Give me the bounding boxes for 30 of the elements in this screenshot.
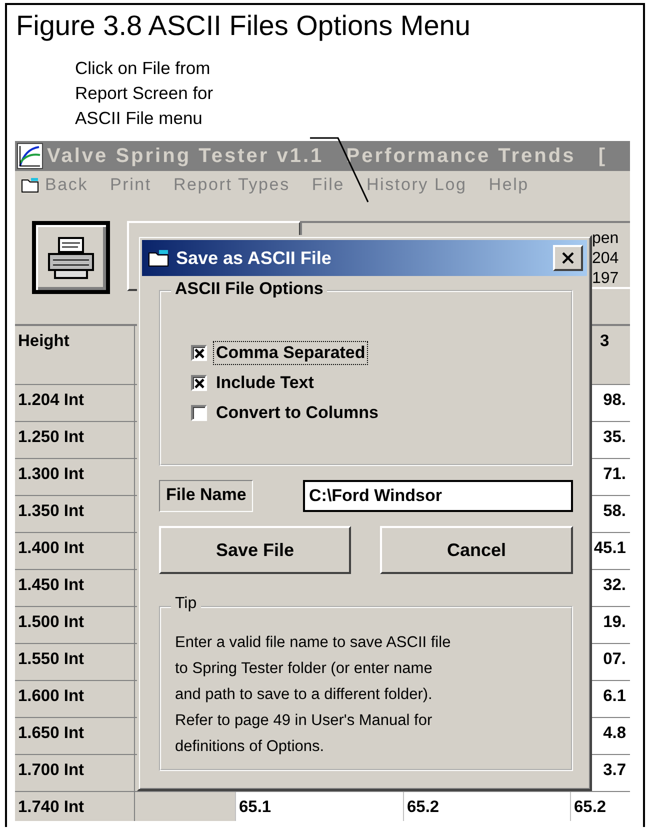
tip-text: Enter a valid file name to save ASCII file to Spring Tester folder (or enter name and path to save to a different folder). Refer to page 49 in User's Manual for definitions of Options. [175, 633, 452, 757]
group-title: Tip [171, 595, 201, 613]
dialog-button[interactable]: Save File [159, 526, 351, 574]
info-text: 197 [592, 269, 620, 289]
printer-icon [45, 236, 97, 280]
checkbox-label[interactable]: Convert to Columns [213, 401, 382, 425]
window-title: Valve Spring Tester v1.1 Performance Trends [ [47, 144, 608, 168]
folder-icon [148, 249, 170, 267]
info-text: pen [592, 229, 620, 249]
checkbox[interactable] [191, 345, 207, 361]
checkbox[interactable] [191, 375, 207, 391]
folder-icon [21, 177, 39, 193]
group-title: ASCII File Options [171, 279, 328, 299]
checkbox-label[interactable]: Include Text [213, 371, 317, 395]
table-cell: 65.2 [403, 792, 570, 821]
checkbox-label[interactable]: Comma Separated [213, 341, 368, 365]
dialog-button[interactable]: Cancel [380, 526, 573, 574]
table-cell: 65.2 [570, 792, 630, 821]
close-button[interactable] [553, 245, 583, 271]
checkbox[interactable] [191, 405, 207, 421]
file-name-field[interactable]: C:\Ford Windsor [303, 480, 573, 512]
chart-icon [17, 143, 43, 169]
info-text: 204 [592, 249, 620, 269]
table-cell: 65.1 [235, 792, 403, 821]
close-icon [561, 252, 575, 264]
dialog-title: Save as ASCII File [176, 248, 332, 268]
figure-caption: Figure 3.8 ASCII Files Options Menu [15, 9, 472, 43]
file-name-label: File Name [159, 480, 254, 512]
print-button[interactable] [32, 221, 110, 294]
annotation-text: Click on File from Report Screen for ASCII File menu [75, 57, 214, 130]
